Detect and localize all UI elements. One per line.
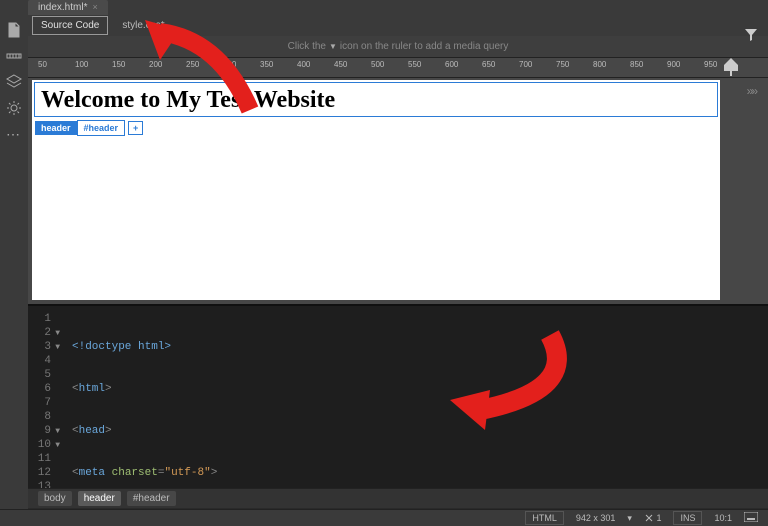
badge-tag[interactable]: header xyxy=(35,121,77,135)
line-number: 4 xyxy=(28,354,66,368)
ruler-tick: 350 xyxy=(260,60,273,69)
ruler-tick: 700 xyxy=(519,60,532,69)
live-page[interactable]: Welcome to My Test Website header #heade… xyxy=(32,80,720,300)
line-number: 2▼ xyxy=(28,326,66,340)
ruler-tick: 150 xyxy=(112,60,125,69)
line-number: 1 xyxy=(28,312,66,326)
ruler-tick: 750 xyxy=(556,60,569,69)
badge-id[interactable]: #header xyxy=(77,120,126,136)
ruler-tick: 850 xyxy=(630,60,643,69)
triangle-down-icon: ▼ xyxy=(329,42,337,51)
status-dimensions: 942 x 301 xyxy=(576,513,616,523)
ruler-tick: 900 xyxy=(667,60,680,69)
ruler-tick: 100 xyxy=(75,60,88,69)
gear-icon[interactable] xyxy=(6,100,22,116)
filter-icon[interactable] xyxy=(744,28,758,45)
status-insert-mode[interactable]: INS xyxy=(673,511,702,525)
line-number: 9▼ xyxy=(28,424,66,438)
ruler-tick: 650 xyxy=(482,60,495,69)
code-lines[interactable]: <!doctype html> <html> <head> <meta char… xyxy=(72,312,762,488)
crumb-header[interactable]: header xyxy=(78,491,121,506)
subtab-source-code[interactable]: Source Code xyxy=(32,16,108,35)
file-tab-label: index.html* xyxy=(38,2,87,13)
more-icon[interactable]: ⋯ xyxy=(6,126,22,142)
status-select-icon[interactable]: ▾ xyxy=(627,513,632,524)
status-keyboard-icon[interactable] xyxy=(744,512,758,524)
line-number: 12 xyxy=(28,466,66,480)
file-tab-index[interactable]: index.html* × xyxy=(28,0,108,15)
layers-icon[interactable] xyxy=(6,74,22,90)
ruler-tick: 400 xyxy=(297,60,310,69)
line-number: 10▼ xyxy=(28,438,66,452)
ruler-tick: 200 xyxy=(149,60,162,69)
ruler-icon[interactable] xyxy=(6,48,22,64)
ruler-marker-icon[interactable] xyxy=(724,58,738,78)
chevron-right-icon[interactable]: »» xyxy=(747,84,756,98)
subtab-bar: Source Code style.css* xyxy=(0,14,768,36)
ruler-tick: 600 xyxy=(445,60,458,69)
left-toolbar: ⋯ xyxy=(0,14,28,509)
page-heading[interactable]: Welcome to My Test Website xyxy=(34,82,718,117)
ruler-tick: 50 xyxy=(38,60,47,69)
ruler-tick: 450 xyxy=(334,60,347,69)
line-number: 8 xyxy=(28,410,66,424)
element-badges: header #header + xyxy=(32,119,720,136)
hint-text-post: icon on the ruler to add a media query xyxy=(340,41,508,52)
status-language[interactable]: HTML xyxy=(525,511,564,525)
ruler-tick: 300 xyxy=(223,60,236,69)
line-gutter: 1 2▼3▼4 5 6 7 8 9▼10▼11 12 13 xyxy=(28,312,66,488)
code-editor[interactable]: 1 2▼3▼4 5 6 7 8 9▼10▼11 12 13 <!doctype … xyxy=(28,304,768,488)
media-query-hint: Click the ▼ icon on the ruler to add a m… xyxy=(28,36,768,58)
ruler[interactable]: 50 100 150 200 250 300 350 400 450 500 550 600 650 70… xyxy=(28,58,768,78)
status-bar: HTML 942 x 301 ▾ 1 INS 10:1 xyxy=(0,509,768,526)
ruler-tick: 500 xyxy=(371,60,384,69)
ruler-tick: 800 xyxy=(593,60,606,69)
crumb-body[interactable]: body xyxy=(38,491,72,506)
line-number: 5 xyxy=(28,368,66,382)
status-changes[interactable]: 1 xyxy=(644,513,662,524)
subtab-stylecss[interactable]: style.css* xyxy=(114,17,172,34)
ruler-tick: 950 xyxy=(704,60,717,69)
live-view-area: Welcome to My Test Website header #heade… xyxy=(28,78,768,304)
line-number: 11 xyxy=(28,452,66,466)
line-number: 6 xyxy=(28,382,66,396)
line-number: 3▼ xyxy=(28,340,66,354)
badge-add[interactable]: + xyxy=(128,121,143,135)
status-position: 10:1 xyxy=(714,513,732,523)
tag-breadcrumb: body header #header xyxy=(28,488,768,508)
crumb-header-id[interactable]: #header xyxy=(127,491,176,506)
line-number: 7 xyxy=(28,396,66,410)
file-icon[interactable] xyxy=(6,22,22,38)
line-number: 13 xyxy=(28,480,66,488)
ruler-tick: 250 xyxy=(186,60,199,69)
ruler-tick: 550 xyxy=(408,60,421,69)
hint-text-pre: Click the xyxy=(288,41,326,52)
file-tab-bar: index.html* × xyxy=(0,0,768,14)
close-icon[interactable]: × xyxy=(92,2,97,12)
